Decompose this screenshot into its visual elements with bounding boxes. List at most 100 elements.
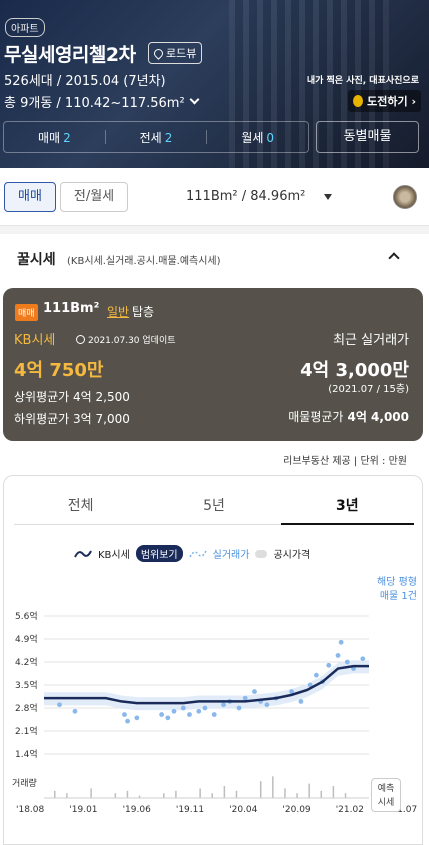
x-tick-label: '18.08	[16, 805, 45, 815]
kb-line-icon	[74, 550, 92, 557]
legend-kb[interactable]: KB시세	[98, 546, 130, 561]
households-year: 526세대 / 2015.04 (7년차)	[4, 74, 166, 89]
actual-point	[196, 708, 202, 714]
chevron-down-icon	[189, 94, 200, 105]
actual-point	[252, 689, 257, 694]
actual-point	[122, 712, 127, 717]
volume-bar	[175, 790, 177, 798]
x-tick-label: '19.11	[176, 805, 204, 815]
location-pin-icon	[152, 46, 165, 60]
price-chart: 5.6억 4.9억 4.2억 3.5억 2.8억 2.1억 1.4억거래량 '18.08 '19…	[12, 610, 417, 815]
actual-point	[134, 715, 140, 721]
volume-bar	[114, 793, 117, 798]
data-credit: 리브부동산 제공 | 단위 : 만원	[283, 456, 407, 467]
deal-counts: 매매 2 전세 2 월세 0	[3, 121, 309, 153]
avg-listing-label: 매물평균가	[288, 410, 344, 424]
actual-point	[313, 672, 319, 678]
volume-bar	[211, 793, 213, 798]
volume-bar	[54, 790, 56, 798]
actual-point	[171, 708, 177, 714]
volume-bar	[66, 793, 68, 798]
volume-bar	[259, 781, 262, 798]
actual-point	[298, 699, 304, 704]
legend-range-toggle[interactable]: 범위보기	[135, 545, 183, 562]
forecast-line2: 시세	[377, 798, 395, 808]
photo-promo-text: 내가 찍은 사진, 대표사진으로	[306, 76, 419, 86]
public-price-icon	[255, 549, 268, 558]
actual-point	[125, 718, 130, 724]
tab-sale[interactable]: 매매	[4, 182, 56, 212]
roadview-button[interactable]: 로드뷰	[148, 42, 203, 64]
actual-point	[159, 712, 165, 717]
challenge-label: 도전하기 ›	[367, 95, 416, 108]
forecast-button[interactable]: 예측 시세	[371, 778, 401, 812]
x-tick-label: '19.01	[69, 805, 97, 815]
caret-down-icon[interactable]	[324, 194, 332, 200]
forecast-line1: 예측	[377, 784, 395, 794]
tab-period-5y[interactable]: 5년	[147, 495, 281, 525]
volume-bar	[272, 776, 274, 798]
legend-actual[interactable]: 실거래가	[213, 546, 250, 561]
deal-sale-count: 2	[63, 130, 71, 145]
actual-point	[344, 659, 350, 665]
upper-average: 상위평균가 4억 2,500	[14, 390, 130, 404]
clock-icon	[76, 335, 85, 344]
hero-header: 아파트 무실세영리첼2차 로드뷰 526세대 / 2015.04 (7년차) 총…	[0, 0, 429, 168]
deal-sale-label: 매매	[37, 130, 61, 145]
actual-point	[221, 702, 226, 708]
recent-price: 4억 3,000만	[300, 360, 409, 381]
update-text: 2021.07.30 업데이트	[88, 336, 176, 346]
card-type-link[interactable]: 일반	[107, 303, 129, 320]
actual-point	[72, 708, 78, 714]
legend-public[interactable]: 공시가격	[273, 546, 310, 561]
compass-icon[interactable]	[393, 185, 417, 209]
y-tick-label: 5.6억	[15, 610, 38, 622]
recent-date: (2021.07 / 15층)	[328, 384, 409, 395]
volume-bar	[320, 790, 323, 798]
challenge-button[interactable]: 도전하기 ›	[348, 90, 421, 112]
x-tick-label: '19.06	[123, 805, 152, 815]
tab-rent[interactable]: 전/월세	[60, 182, 128, 212]
deal-jeonse[interactable]: 전세 2	[106, 129, 207, 146]
y-tick-label: 1.4억	[15, 748, 38, 760]
apartment-name: 무실세영리첼2차	[4, 44, 136, 66]
matching-listing-link[interactable]: 해당 평형 매물 1건	[377, 576, 417, 604]
volume-bar	[90, 788, 92, 798]
actual-point	[180, 705, 186, 711]
chart-panel: 전체 5년 3년 KB시세 범위보기 실거래가 공시가격 해당 평형 매물 1건…	[3, 475, 423, 845]
tab-period-all[interactable]: 전체	[14, 495, 148, 525]
actual-point	[202, 705, 208, 711]
deal-monthly[interactable]: 월세 0	[207, 129, 308, 146]
volume-bar	[332, 786, 335, 798]
y-tick-label: 4.2억	[15, 656, 38, 668]
x-tick-label: '21.02	[336, 805, 364, 815]
type-tag: 아파트	[5, 18, 45, 37]
size-selector[interactable]: 111Bm² / 84.96m²	[186, 189, 305, 204]
actual-point	[187, 712, 192, 717]
y-tick-label: 2.8억	[15, 702, 38, 714]
y-tick-label: 3.5억	[15, 679, 38, 691]
x-tick-label: '20.04	[229, 805, 258, 815]
dong-listing-button[interactable]: 동별매물	[316, 121, 419, 153]
price-card: 매매 111Bm² 일반 탑층 KB시세 2021.07.30 업데이트 4억 …	[3, 288, 423, 441]
actual-point	[211, 712, 217, 717]
deal-sale[interactable]: 매매 2	[4, 129, 105, 146]
actual-point	[57, 702, 62, 708]
tab-period-3y[interactable]: 3년	[280, 495, 414, 525]
volume-bar	[344, 793, 347, 798]
section-title: 꿀시세	[17, 252, 56, 268]
x-tick-label: '20.09	[282, 805, 311, 815]
actual-line-icon	[188, 550, 207, 557]
roadview-label: 로드뷰	[166, 47, 197, 60]
dong-size-toggle[interactable]: 총 9개동 / 110.42~117.56m²	[4, 92, 200, 111]
update-info: 2021.07.30 업데이트	[76, 333, 176, 346]
dong-size-text: 총 9개동 / 110.42~117.56m²	[4, 96, 185, 111]
deal-monthly-count: 0	[266, 130, 275, 145]
lower-average: 하위평균가 3억 7,000	[14, 412, 130, 426]
actual-point	[338, 639, 344, 645]
section-divider	[0, 226, 429, 234]
match-line2: 매물 1건	[379, 591, 417, 602]
section-subtitle: (KB시세.실거래.공시.매물.예측시세)	[67, 256, 221, 267]
deal-monthly-label: 월세	[241, 130, 264, 145]
chevron-up-icon[interactable]	[388, 252, 400, 264]
